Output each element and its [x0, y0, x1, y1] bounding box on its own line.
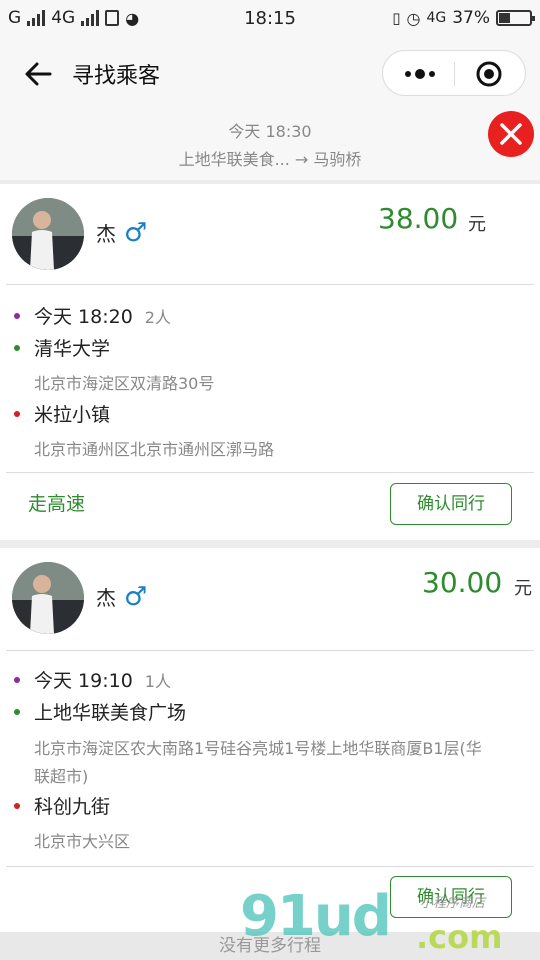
nav-bar: 寻找乘客: [0, 38, 540, 110]
to-name: 米拉小镇: [34, 404, 111, 426]
from-dot-icon: [14, 708, 20, 715]
page-title: 寻找乘客: [72, 64, 161, 89]
capsule-divider: [454, 62, 455, 86]
depart-time: 今天 18:20: [34, 306, 133, 328]
from-address: 北京市海淀区双清路30号: [34, 374, 215, 393]
to-address: 北京市通州区北京市通州区漷马路: [34, 440, 275, 459]
target-circle-icon[interactable]: [475, 60, 503, 88]
close-icon: [500, 123, 522, 145]
passenger-name: 杰 ♂: [96, 582, 147, 611]
passenger-name-text: 杰: [96, 586, 116, 610]
network-label: 4G: [426, 10, 447, 26]
passenger-card: 杰 ♂ 30.00 元 今天 19:10 1人 上地华联美食广场 北京市海淀区农…: [0, 548, 540, 932]
male-icon: ♂: [124, 217, 148, 248]
back-arrow-icon[interactable]: [22, 58, 54, 90]
watermark-text: 91ud: [240, 884, 392, 949]
from-name: 上地华联美食广场: [34, 702, 187, 724]
to-address: 北京市大兴区: [34, 832, 131, 851]
from-address-line1: 北京市海淀区农大南路1号硅谷亮城1号楼上地华联商厦B1层(华: [34, 739, 482, 758]
from-dot-icon: [14, 344, 20, 351]
divider: [6, 866, 534, 867]
trip-route: 上地华联美食... → 马驹桥: [178, 150, 362, 169]
to-row: 米拉小镇: [14, 400, 110, 427]
price-unit: 元: [514, 578, 532, 599]
mini-program-capsule: [382, 50, 526, 96]
depart-time-row: 今天 18:20 2人: [14, 302, 171, 329]
passenger-name: 杰 ♂: [96, 218, 147, 247]
cancel-trip-button[interactable]: [488, 111, 534, 157]
from-row: 清华大学: [14, 334, 110, 361]
passenger-name-text: 杰: [96, 222, 116, 246]
to-dot-icon: [14, 410, 20, 417]
trip-info: 今天 18:30 上地华联美食... → 马驹桥: [0, 110, 540, 180]
more-dots-icon[interactable]: [401, 59, 439, 89]
avatar[interactable]: [12, 198, 84, 270]
battery-icon: [496, 10, 535, 26]
seat-count: 1人: [144, 671, 171, 691]
to-row: 科创九街: [14, 792, 110, 819]
trip-time: 今天 18:30: [228, 122, 312, 141]
price-unit: 元: [468, 214, 486, 235]
time-dot-icon: [14, 676, 20, 683]
watermark-domain: .com: [416, 918, 503, 956]
watermark-logo: 91ud .com 小程序商店: [240, 884, 540, 960]
depart-time-row: 今天 19:10 1人: [14, 666, 171, 693]
vibrate-icon: ▯: [392, 9, 401, 27]
from-address-line2: 联超市): [34, 767, 89, 786]
depart-time: 今天 19:10: [34, 670, 133, 692]
from-name: 清华大学: [34, 338, 111, 360]
alarm-icon: ◷: [406, 8, 421, 28]
avatar[interactable]: [12, 562, 84, 634]
seat-count: 2人: [144, 307, 171, 327]
highway-tag: 走高速: [28, 493, 86, 515]
to-dot-icon: [14, 802, 20, 809]
from-row: 上地华联美食广场: [14, 698, 186, 725]
passenger-card: 杰 ♂ 38.00 元 今天 18:20 2人 清华大学 北京市海淀区双清路30…: [0, 184, 540, 540]
to-name: 科创九街: [34, 796, 111, 818]
watermark-subtext: 小程序商店: [420, 896, 486, 911]
confirm-ride-button[interactable]: 确认同行: [390, 483, 512, 525]
male-icon: ♂: [124, 581, 148, 612]
divider: [6, 650, 534, 651]
status-right: ▯ ◷ 4G 37%: [392, 8, 535, 28]
divider: [6, 284, 534, 285]
battery-fill: [499, 13, 511, 23]
time-dot-icon: [14, 312, 20, 319]
battery-percent: 37%: [452, 8, 490, 28]
price: 38.00: [378, 202, 459, 235]
status-bar: G 4G ◕ 18:15 ▯ ◷ 4G 37%: [0, 0, 540, 38]
divider: [6, 472, 534, 473]
price: 30.00: [422, 566, 503, 599]
